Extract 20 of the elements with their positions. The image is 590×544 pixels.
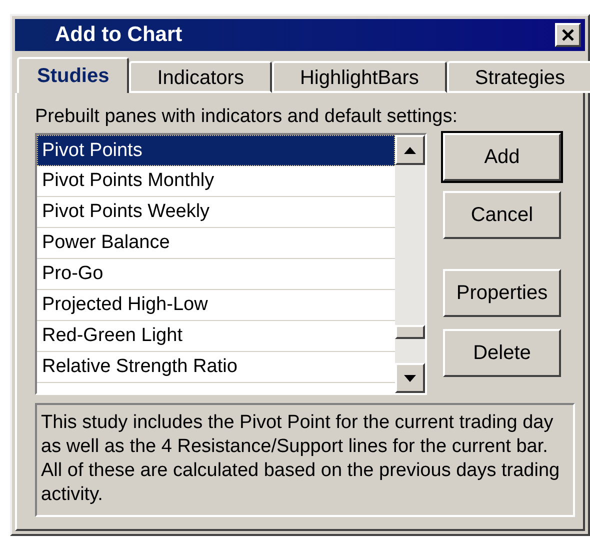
scroll-up-button[interactable]	[395, 135, 425, 165]
scrollbar[interactable]	[395, 135, 425, 393]
dialog-button[interactable]: Cancel	[443, 191, 561, 239]
dialog-button[interactable]: Delete	[443, 329, 561, 377]
study-description: This study includes the Pivot Point for the current trading day as well as the 4 Resistance/Support lines for the current bar. All of these are calculated based on the previous days trading activity.	[35, 403, 575, 517]
close-button[interactable]	[555, 23, 581, 47]
window-title: Add to Chart	[55, 22, 182, 48]
tab[interactable]: HighlightBars	[272, 61, 447, 93]
list-item[interactable]: Pivot Points	[37, 135, 395, 166]
scroll-down-button[interactable]	[395, 363, 425, 393]
tab[interactable]: Studies	[17, 57, 130, 93]
down-arrow-icon	[404, 374, 416, 382]
tab[interactable]: Indicators	[129, 61, 272, 93]
close-icon	[561, 28, 575, 42]
scroll-thumb[interactable]	[395, 325, 425, 339]
dialog-button[interactable]: Properties	[443, 269, 561, 317]
list-label: Prebuilt panes with indicators and default settings:	[35, 105, 458, 129]
tab[interactable]: Strategies	[446, 61, 590, 93]
dialog-button[interactable]: Add	[443, 133, 561, 181]
up-arrow-icon	[404, 146, 416, 154]
